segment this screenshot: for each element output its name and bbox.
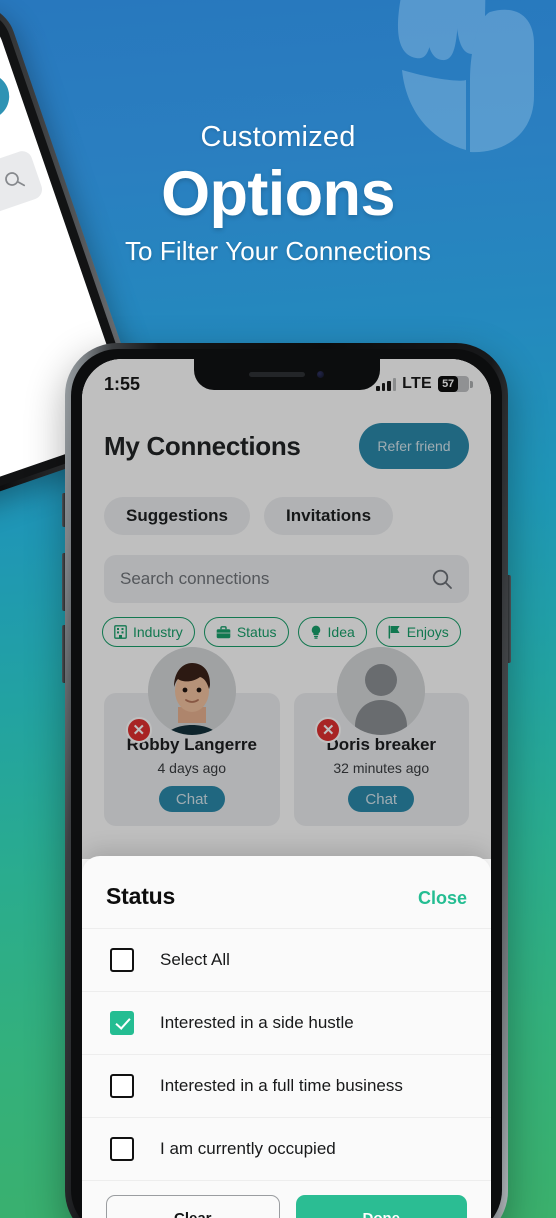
option-currently-occupied[interactable]: I am currently occupied [82,1117,491,1180]
sheet-action-bar: Clear Done [82,1180,491,1218]
refer-friend-button[interactable]: Refer friend [359,423,469,469]
checkbox[interactable] [110,1074,134,1098]
primary-phone-mockup: 1:55 LTE 57 My Connections Refer friend … [62,343,511,1218]
promo-stage: 65 fer friend s Customized Options [0,0,556,1218]
connection-card[interactable]: ✕ Robby Langerre 4 days ago Chat [104,647,280,826]
search-icon [432,569,452,589]
briefcase-icon [216,625,231,638]
option-select-all[interactable]: Select All [82,928,491,991]
chat-button[interactable]: Chat [158,786,225,812]
search-input[interactable]: Search connections [104,555,469,603]
filter-chip-row: Industry Status Idea Enjoys [82,603,491,647]
option-label: Interested in a full time business [160,1076,403,1095]
option-label: Select All [160,950,230,969]
earpiece-speaker [249,372,305,377]
tab-suggestions[interactable]: Suggestions [104,497,251,535]
battery-icon: 57 [438,376,473,392]
filter-chip-label: Status [236,624,277,640]
hero-eyebrow: Customized [200,121,356,153]
status-option-list: Select All Interested in a side hustle I… [82,928,491,1180]
hero-subtitle: To Filter Your Connections [124,235,432,266]
filter-chip-label: Industry [133,624,183,640]
option-label: I am currently occupied [160,1139,336,1158]
tab-bar: Suggestions Invitations [82,469,491,535]
filter-chip-enjoys[interactable]: Enjoys [375,617,461,647]
phone-screen: 1:55 LTE 57 My Connections Refer friend … [82,359,491,1218]
option-label: Interested in a side hustle [160,1013,354,1032]
hero-headline: Customized Options To Filter Your Connec… [0,121,556,266]
front-camera-icon [317,371,324,378]
clear-button[interactable]: Clear [106,1195,280,1218]
option-side-hustle[interactable]: Interested in a side hustle [82,991,491,1054]
phone-frame: 1:55 LTE 57 My Connections Refer friend … [65,343,508,1218]
search-placeholder: Search connections [120,569,270,588]
connections-list: ✕ Robby Langerre 4 days ago Chat ✕ Doris… [82,647,491,826]
sheet-title: Status [106,883,176,909]
male-avatar [147,647,236,735]
connection-time: 4 days ago [157,760,227,776]
status-filter-sheet: Status Close Select All Interested in a … [82,856,491,1218]
sheet-header: Status Close [82,867,491,910]
close-button[interactable]: Close [418,888,467,909]
filter-chip-status[interactable]: Status [203,617,289,647]
filter-chip-label: Idea [327,624,355,640]
status-indicators: LTE 57 [376,375,473,393]
filter-chip-industry[interactable]: Industry [102,617,195,647]
filter-chip-idea[interactable]: Idea [297,617,367,647]
avatar [147,647,236,735]
hero-title: Options [161,158,395,229]
chat-button[interactable]: Chat [348,786,415,812]
done-button[interactable]: Done [295,1195,467,1218]
checkbox[interactable] [110,1137,134,1161]
tab-invitations[interactable]: Invitations [264,497,394,535]
battery-level: 57 [438,376,458,392]
building-icon [114,625,127,639]
option-full-time-business[interactable]: Interested in a full time business [82,1054,491,1117]
connection-card[interactable]: ✕ Doris breaker 32 minutes ago Chat [293,647,469,826]
page-title: My Connections [104,430,301,461]
remove-x-icon[interactable]: ✕ [125,717,152,743]
lightbulb-icon [311,625,320,639]
phone-notch [193,359,380,390]
network-type: LTE [402,375,432,392]
status-time: 1:55 [104,373,141,394]
avatar [337,647,426,735]
checkbox-checked[interactable] [110,1011,134,1035]
connection-time: 32 minutes ago [333,760,430,776]
flag-icon [388,625,400,639]
checkbox[interactable] [110,948,134,972]
placeholder-avatar [337,647,426,735]
signal-bars-icon [376,377,397,391]
filter-chip-label: Enjoys [406,624,449,640]
app-header: My Connections Refer friend [82,401,491,469]
